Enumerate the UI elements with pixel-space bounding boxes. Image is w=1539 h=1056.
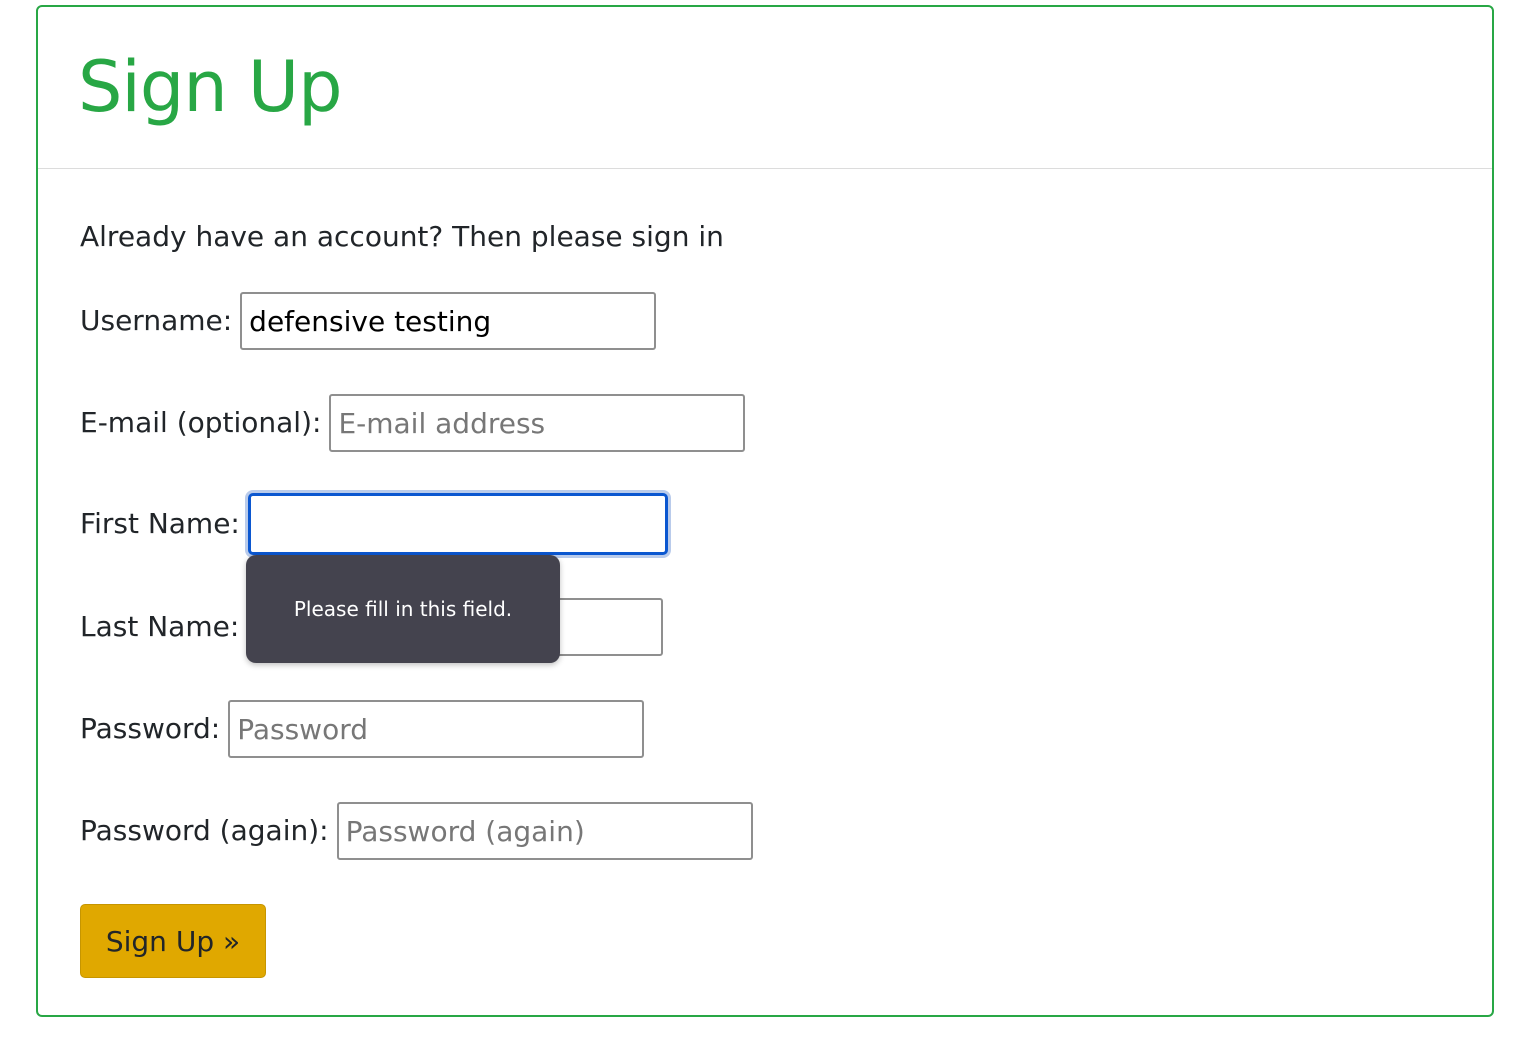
first-name-input[interactable] — [247, 493, 668, 555]
first-name-label: First Name: — [80, 507, 240, 540]
signup-card: Sign Up Already have an account? Then pl… — [36, 5, 1494, 1017]
password-again-input[interactable] — [336, 802, 753, 860]
first-name-row: First Name: — [80, 493, 668, 555]
sign-up-button[interactable]: Sign Up » — [80, 904, 266, 978]
last-name-label: Last Name: — [80, 610, 240, 643]
card-header: Sign Up — [38, 7, 1492, 169]
username-input[interactable] — [240, 292, 657, 350]
validation-tooltip: Please fill in this field. — [246, 555, 560, 663]
password-label: Password: — [80, 712, 221, 745]
username-label: Username: — [80, 304, 233, 337]
email-row: E-mail (optional): — [80, 393, 746, 453]
email-input[interactable] — [329, 394, 746, 452]
password-row: Password: — [80, 699, 645, 759]
signin-prompt: Already have an account? Then please sig… — [80, 220, 724, 253]
password-input[interactable] — [228, 700, 645, 758]
page-title: Sign Up — [78, 46, 343, 128]
email-label: E-mail (optional): — [80, 406, 322, 439]
password-again-label: Password (again): — [80, 814, 329, 847]
password-again-row: Password (again): — [80, 801, 753, 861]
username-row: Username: — [80, 291, 657, 351]
